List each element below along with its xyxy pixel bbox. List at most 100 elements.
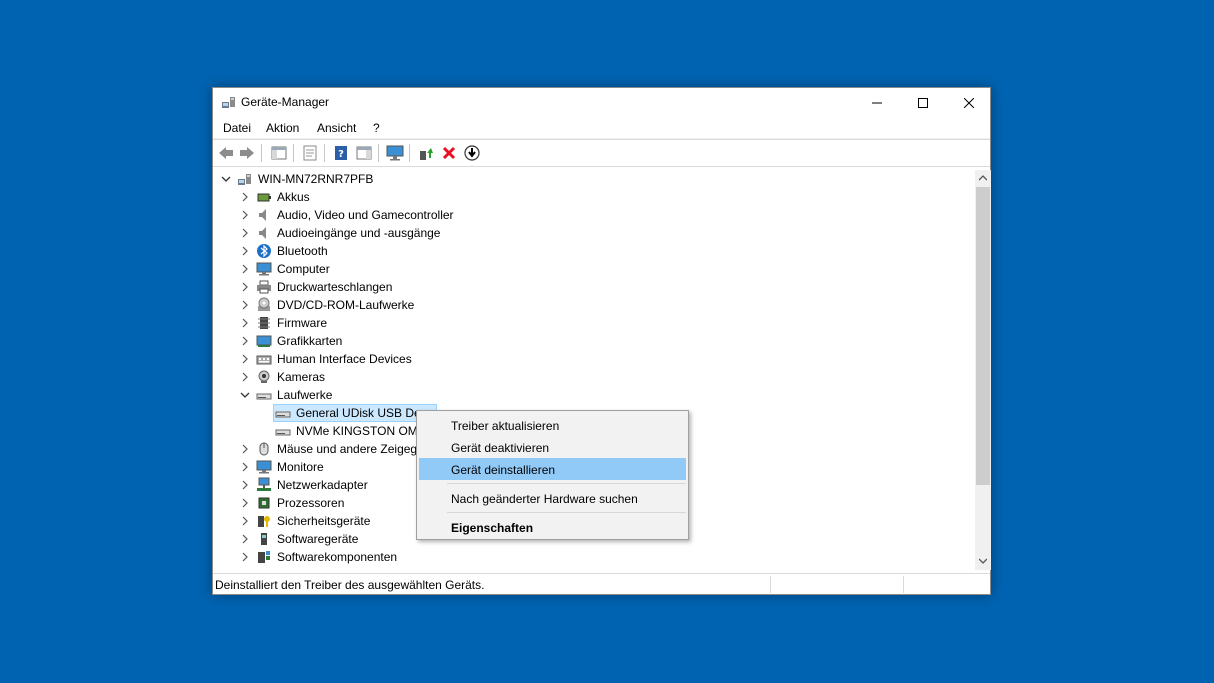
tree-category-item[interactable]: Computer bbox=[215, 260, 975, 278]
tree-category-item[interactable]: Laufwerke bbox=[215, 386, 975, 404]
tree-item-label: Grafikkarten bbox=[277, 334, 343, 348]
chevron-right-icon[interactable] bbox=[240, 318, 250, 328]
software-device-icon bbox=[261, 533, 267, 545]
console-tree-icon bbox=[271, 146, 287, 160]
chevron-right-icon[interactable] bbox=[240, 372, 250, 382]
chevron-down-icon[interactable] bbox=[240, 390, 250, 400]
bluetooth-icon bbox=[257, 244, 271, 258]
tree-root[interactable]: WIN-MN72RNR7PFB bbox=[215, 170, 975, 188]
tree-category-item[interactable]: DVD/CD-ROM-Laufwerke bbox=[215, 296, 975, 314]
tree-category-item[interactable]: Grafikkarten bbox=[215, 332, 975, 350]
chevron-right-icon[interactable] bbox=[240, 354, 250, 364]
tree-category-item[interactable]: Softwarekomponenten bbox=[215, 548, 975, 566]
status-separator bbox=[903, 576, 904, 593]
menu-ansicht[interactable]: Ansicht bbox=[317, 121, 356, 135]
minimize-icon bbox=[872, 102, 882, 103]
chevron-right-icon[interactable] bbox=[240, 264, 250, 274]
chevron-right-icon[interactable] bbox=[240, 498, 250, 508]
monitor-icon bbox=[256, 460, 272, 474]
scroll-down-button[interactable] bbox=[975, 553, 991, 569]
tree-category-item[interactable]: Druckwarteschlangen bbox=[215, 278, 975, 296]
menu-datei[interactable]: Datei bbox=[223, 121, 251, 135]
close-button[interactable] bbox=[946, 88, 992, 117]
device-manager-icon bbox=[221, 94, 237, 110]
close-icon bbox=[964, 97, 974, 108]
tree-item-label: Monitore bbox=[277, 460, 324, 474]
processor-icon bbox=[258, 497, 270, 509]
back-button[interactable] bbox=[217, 144, 235, 162]
tree-category-item[interactable]: Audioeingänge und -ausgänge bbox=[215, 224, 975, 242]
chevron-right-icon[interactable] bbox=[240, 462, 250, 472]
menu-item-disable-device[interactable]: Gerät deaktivieren bbox=[419, 436, 686, 458]
menu-item-uninstall-device[interactable]: Gerät deinstallieren bbox=[419, 458, 686, 480]
vertical-scrollbar[interactable] bbox=[975, 170, 991, 570]
status-bar: Deinstalliert den Treiber des ausgewählt… bbox=[213, 573, 990, 594]
uninstall-device-button[interactable] bbox=[440, 144, 458, 162]
title-bar[interactable]: Geräte-Manager bbox=[213, 88, 990, 117]
printer-icon bbox=[257, 280, 271, 294]
menu-help[interactable]: ? bbox=[373, 121, 380, 135]
tree-item-label: Audio, Video und Gamecontroller bbox=[277, 208, 454, 222]
menu-item-properties[interactable]: Eigenschaften bbox=[419, 516, 686, 538]
speaker-icon bbox=[259, 227, 266, 239]
chevron-right-icon[interactable] bbox=[240, 192, 250, 202]
tree-item-label: Audioeingänge und -ausgänge bbox=[277, 226, 441, 240]
update-driver-icon bbox=[420, 148, 433, 160]
download-circle-icon bbox=[464, 145, 480, 161]
chevron-right-icon[interactable] bbox=[240, 246, 250, 256]
chevron-right-icon[interactable] bbox=[240, 336, 250, 346]
minimize-button[interactable] bbox=[854, 88, 900, 117]
menu-aktion[interactable]: Aktion bbox=[266, 121, 299, 135]
tree-category-item[interactable]: Kameras bbox=[215, 368, 975, 386]
speaker-icon bbox=[259, 209, 266, 221]
tree-category-item[interactable]: Firmware bbox=[215, 314, 975, 332]
menu-item-scan-hardware[interactable]: Nach geänderter Hardware suchen bbox=[419, 487, 686, 509]
svg-text:?: ? bbox=[338, 149, 344, 160]
show-hide-console-tree-button[interactable] bbox=[270, 144, 288, 162]
chevron-down-icon bbox=[979, 558, 987, 564]
tree-item-label: DVD/CD-ROM-Laufwerke bbox=[277, 298, 415, 312]
forward-button[interactable] bbox=[238, 144, 256, 162]
chevron-right-icon[interactable] bbox=[240, 516, 250, 526]
chip-icon bbox=[258, 317, 270, 329]
tree-item-label: Prozessoren bbox=[277, 496, 345, 510]
menu-bar: Datei Aktion Ansicht ? bbox=[213, 117, 990, 139]
context-menu: Treiber aktualisieren Gerät deaktivieren… bbox=[416, 410, 689, 540]
tree-item-label: Softwarekomponenten bbox=[277, 550, 398, 564]
disable-device-button[interactable] bbox=[463, 144, 481, 162]
security-device-icon bbox=[258, 516, 270, 527]
chevron-right-icon[interactable] bbox=[240, 210, 250, 220]
chevron-right-icon[interactable] bbox=[240, 444, 250, 454]
drive-icon bbox=[275, 429, 291, 436]
properties-button[interactable] bbox=[301, 144, 319, 162]
mouse-icon bbox=[259, 442, 269, 456]
software-component-icon bbox=[258, 551, 270, 563]
properties-icon bbox=[303, 145, 317, 161]
chevron-right-icon[interactable] bbox=[240, 534, 250, 544]
tree-category-item[interactable]: Bluetooth bbox=[215, 242, 975, 260]
menu-item-update-driver[interactable]: Treiber aktualisieren bbox=[419, 414, 686, 436]
scan-hardware-button[interactable] bbox=[386, 144, 404, 162]
tree-category-item[interactable]: Human Interface Devices bbox=[215, 350, 975, 368]
toolbar-separator bbox=[324, 144, 325, 162]
chevron-right-icon[interactable] bbox=[240, 480, 250, 490]
toolbar-separator bbox=[409, 144, 410, 162]
keyboard-icon bbox=[256, 355, 272, 365]
toolbar: ? bbox=[213, 139, 990, 167]
toolbar-separator bbox=[378, 144, 379, 162]
tree-category-item[interactable]: Akkus bbox=[215, 188, 975, 206]
update-driver-button[interactable] bbox=[417, 144, 435, 162]
chevron-right-icon[interactable] bbox=[240, 282, 250, 292]
chevron-right-icon[interactable] bbox=[240, 228, 250, 238]
computer-icon bbox=[256, 262, 272, 276]
action-pane-button[interactable] bbox=[355, 144, 373, 162]
chevron-down-icon[interactable] bbox=[221, 174, 231, 184]
chevron-right-icon[interactable] bbox=[240, 300, 250, 310]
tree-item-label: Akkus bbox=[277, 190, 310, 204]
scroll-thumb[interactable] bbox=[976, 187, 990, 485]
tree-category-item[interactable]: Audio, Video und Gamecontroller bbox=[215, 206, 975, 224]
chevron-right-icon[interactable] bbox=[240, 552, 250, 562]
maximize-button[interactable] bbox=[900, 88, 946, 117]
help-button[interactable]: ? bbox=[332, 144, 350, 162]
scroll-up-button[interactable] bbox=[975, 170, 991, 186]
